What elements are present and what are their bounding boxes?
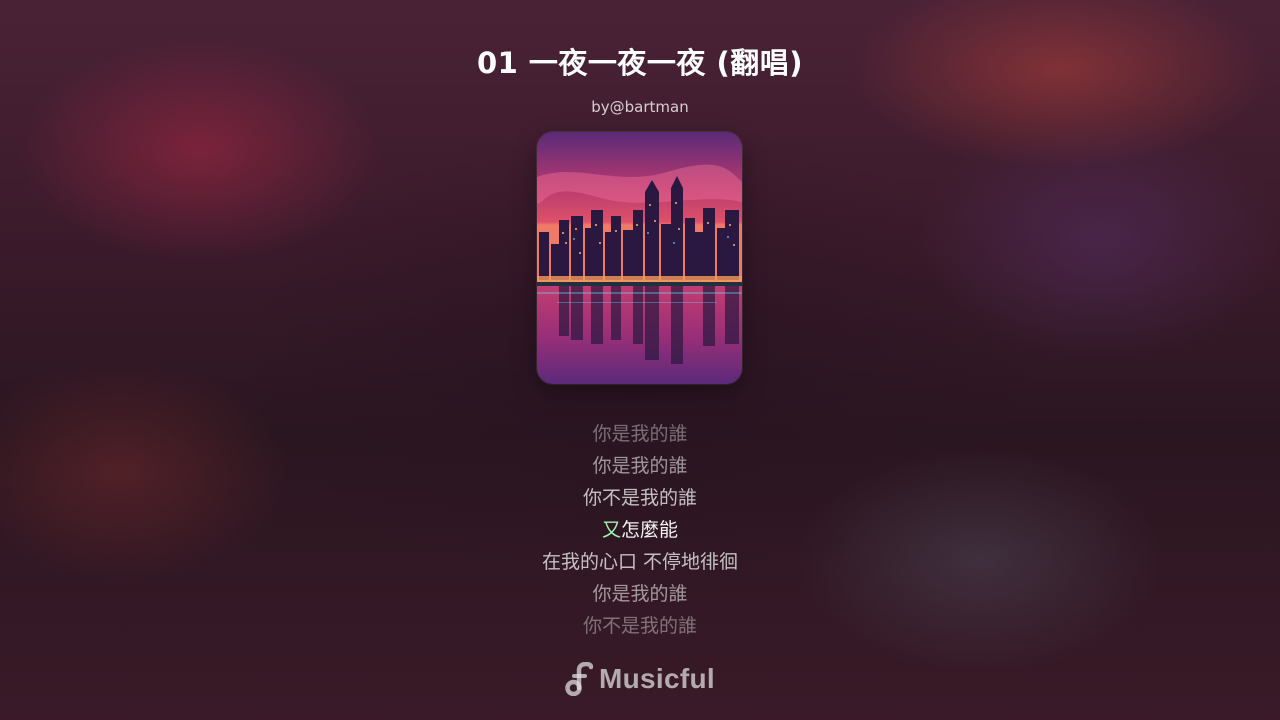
lyric-line[interactable]: 你不是我的誰 (0, 482, 1280, 514)
current-lyric-sung: 又 (601, 519, 621, 541)
lyric-line[interactable]: 你不是我的誰 (0, 610, 1280, 642)
current-lyric-unsung: 怎麼能 (621, 519, 679, 541)
music-note-icon (565, 662, 594, 696)
song-artist: by@bartman (591, 98, 689, 116)
brand-name: Musicful (599, 663, 715, 694)
current-lyric-line[interactable]: 又怎麼能 (0, 514, 1280, 546)
lyrics-panel: 你是我的誰 你是我的誰 你不是我的誰 又怎麼能 在我的心口 不停地徘徊 你是我的… (0, 418, 1280, 642)
brand-watermark: Musicful (0, 662, 1280, 696)
song-title: 01 一夜一夜一夜 (翻唱) (476, 46, 804, 80)
player-view: 01 一夜一夜一夜 (翻唱) by@bartman 你是我的誰 你是我的誰 你不… (0, 0, 1280, 720)
lyric-line[interactable]: 在我的心口 不停地徘徊 (0, 546, 1280, 578)
lyric-line[interactable]: 你是我的誰 (0, 418, 1280, 450)
album-cover (537, 132, 742, 384)
lyric-line[interactable]: 你是我的誰 (0, 450, 1280, 482)
lyric-line[interactable]: 你是我的誰 (0, 578, 1280, 610)
